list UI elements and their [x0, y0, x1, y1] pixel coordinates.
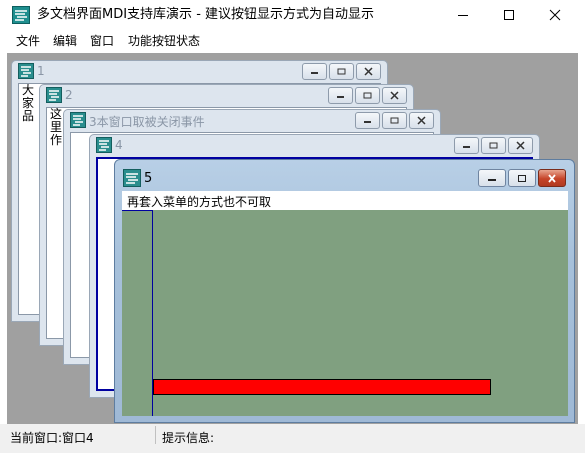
child-window-title: 4	[115, 138, 123, 152]
status-current-window: 当前窗口:窗口4	[10, 431, 94, 445]
child-window-controls	[302, 63, 381, 80]
child-window-title: 1	[37, 64, 45, 78]
child-close-button[interactable]	[382, 87, 407, 104]
child-window-text: 大家品	[22, 83, 35, 123]
status-hint: 提示信息:	[162, 431, 215, 445]
maximize-icon	[504, 10, 514, 20]
child-maximize-button[interactable]	[355, 87, 380, 104]
red-bar	[153, 379, 491, 395]
close-button[interactable]	[532, 0, 578, 30]
close-icon	[390, 91, 399, 100]
restore-icon	[518, 174, 526, 182]
child-window-5[interactable]: 5 再套入菜单的方式也不可取	[114, 159, 575, 423]
child-minimize-button[interactable]	[355, 112, 380, 129]
minimize-icon	[337, 96, 344, 98]
restore-icon	[390, 117, 399, 124]
child-close-button[interactable]	[538, 169, 566, 187]
minimize-icon	[488, 178, 496, 181]
child-window-title: 5	[144, 171, 153, 186]
restore-icon	[363, 92, 372, 99]
child-minimize-button[interactable]	[302, 63, 327, 80]
status-divider	[155, 426, 156, 444]
close-icon	[548, 173, 556, 183]
app-logo-icon	[12, 6, 30, 24]
minimize-icon	[311, 72, 318, 74]
child-window-controls	[478, 169, 566, 187]
child-menu-label[interactable]: 再套入菜单的方式也不可取	[127, 193, 271, 210]
child-close-button[interactable]	[409, 112, 434, 129]
child-menubar: 再套入菜单的方式也不可取	[122, 191, 568, 210]
restore-icon	[337, 68, 346, 75]
child-window-client	[122, 210, 568, 416]
menu-window[interactable]: 窗口	[90, 33, 114, 49]
child-window-title: 3本窗口取被关闭事件	[89, 115, 205, 129]
window-title: 多文档界面MDI支持库演示 - 建议按钮显示方式为自动显示	[37, 7, 375, 22]
menu-edit[interactable]: 编辑	[53, 33, 77, 49]
minimize-icon	[458, 15, 468, 16]
child-minimize-button[interactable]	[328, 87, 353, 104]
close-icon	[417, 116, 426, 125]
minimize-icon	[364, 121, 371, 123]
close-icon	[516, 141, 525, 150]
child-minimize-button[interactable]	[478, 169, 506, 187]
child-maximize-button[interactable]	[481, 137, 506, 154]
embedded-window-frame	[122, 210, 153, 416]
child-minimize-button[interactable]	[454, 137, 479, 154]
minimize-icon	[463, 146, 470, 148]
menu-function-button-state[interactable]: 功能按钮状态	[128, 33, 200, 49]
close-icon	[549, 9, 561, 21]
maximize-button[interactable]	[486, 0, 532, 30]
child-close-button[interactable]	[508, 137, 533, 154]
child-window-controls	[355, 112, 434, 129]
close-icon	[364, 67, 373, 76]
child-window-icon	[96, 137, 112, 153]
child-window-text: 这里作	[50, 107, 63, 147]
child-window-title: 2	[65, 88, 73, 102]
child-maximize-button[interactable]	[329, 63, 354, 80]
child-window-icon	[123, 169, 141, 187]
child-window-controls	[328, 87, 407, 104]
child-window-controls	[454, 137, 533, 154]
child-window-icon	[18, 63, 34, 79]
child-maximize-button[interactable]	[382, 112, 407, 129]
menu-file[interactable]: 文件	[16, 33, 40, 49]
child-window-icon	[46, 87, 62, 103]
child-close-button[interactable]	[356, 63, 381, 80]
minimize-button[interactable]	[440, 0, 486, 30]
child-maximize-button[interactable]	[508, 169, 536, 187]
restore-icon	[489, 142, 498, 149]
child-window-icon	[70, 112, 86, 128]
menubar	[0, 30, 585, 52]
